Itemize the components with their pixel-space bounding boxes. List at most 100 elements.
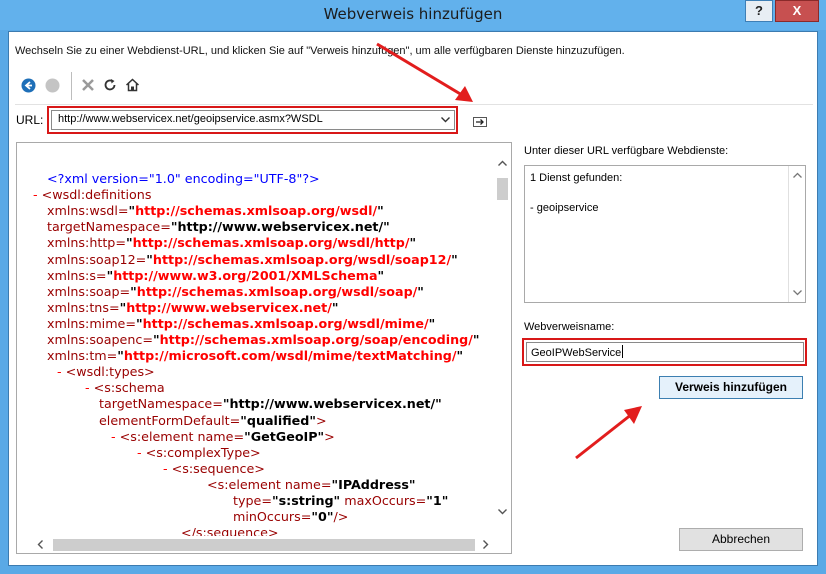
xml-token: "http://www.webservicex.net/"	[170, 219, 390, 235]
xml-line: xmlns:tns="http://www.webservicex.net/"	[47, 300, 339, 316]
service-item: - geoipservice	[530, 202, 599, 214]
xml-token: <s:element name=	[119, 428, 245, 444]
xml-token: -	[85, 380, 94, 396]
back-icon[interactable]	[19, 76, 37, 94]
reference-name-label: Webverweisname:	[524, 321, 615, 333]
xml-token: http://schemas.xmlsoap.org/wsdl/soap/	[136, 283, 418, 299]
xml-token: "qualified"	[240, 412, 316, 428]
xml-token: "	[428, 315, 436, 331]
reference-name-input[interactable]: GeoIPWebService	[526, 342, 804, 362]
xml-line: - <s:complexType>	[137, 445, 261, 461]
xml-token: -	[163, 460, 172, 476]
xml-token: -	[111, 428, 120, 444]
go-arrow-icon[interactable]	[473, 116, 487, 127]
xml-line: xmlns:tm="http://microsoft.com/wsdl/mime…	[47, 348, 463, 364]
xml-token: "	[117, 348, 124, 364]
annotation-arrow-url	[376, 42, 473, 102]
close-button[interactable]: X	[775, 0, 819, 22]
help-button[interactable]: ?	[745, 0, 773, 22]
xml-token: http://www.webservicex.net/	[126, 299, 332, 315]
xml-token: "0"	[311, 509, 334, 525]
xml-token: minOccurs=	[233, 509, 312, 525]
xml-token: "	[331, 299, 339, 315]
instruction-text: Wechseln Sie zu einer Webdienst-URL, und…	[15, 45, 625, 57]
xml-line: - <s:sequence>	[163, 461, 265, 477]
wsdl-document-view[interactable]: <?xml version="1.0" encoding="UTF-8"?> - …	[16, 142, 512, 554]
wsdl-document-text: <?xml version="1.0" encoding="UTF-8"?> - …	[17, 171, 497, 541]
xml-line: targetNamespace="http://www.webservicex.…	[47, 219, 390, 235]
url-combobox[interactable]: http://www.webservicex.net/geoipservice.…	[51, 110, 455, 130]
refresh-icon[interactable]	[101, 76, 119, 94]
dialog-window: Webverweis hinzufügen ? X Wechseln Sie z…	[0, 0, 826, 574]
scroll-up-icon[interactable]	[494, 154, 511, 171]
xml-token: xmlns:mime=	[47, 315, 136, 331]
xml-token: "	[130, 283, 137, 299]
xml-token: xmlns:soapenc=	[47, 332, 153, 347]
scroll-left-icon[interactable]	[31, 536, 48, 553]
dialog-client: Wechseln Sie zu einer Webdienst-URL, und…	[8, 31, 818, 566]
xml-token: -	[57, 364, 66, 380]
xml-token: xmlns:tm=	[47, 348, 118, 364]
xml-token: "	[417, 283, 424, 299]
stop-icon[interactable]	[79, 76, 97, 94]
xml-token: "	[409, 235, 417, 251]
xml-token: >	[324, 428, 335, 444]
xml-token: "http://www.webservicex.net/"	[222, 396, 442, 412]
horizontal-scroll-thumb[interactable]	[53, 539, 475, 551]
services-scroll-up-icon[interactable]	[789, 166, 806, 183]
xml-token: xmlns:soap=	[47, 283, 131, 299]
vertical-scroll-thumb[interactable]	[497, 178, 508, 200]
xml-token: type=	[233, 493, 272, 508]
url-label: URL:	[16, 113, 44, 127]
annotation-arrow-add	[575, 406, 642, 460]
forward-icon[interactable]	[43, 76, 61, 94]
xml-token: http://schemas.xmlsoap.org/wsdl/http/	[132, 235, 410, 251]
scroll-down-icon[interactable]	[494, 503, 511, 520]
window-title: Webverweis hinzufügen	[323, 5, 503, 23]
xml-line: <s:element name="IPAddress"	[207, 477, 416, 493]
home-icon[interactable]	[123, 76, 141, 94]
xml-line: xmlns:soapenc="http://schemas.xmlsoap.or…	[47, 332, 479, 348]
xml-token: -	[137, 444, 146, 460]
services-scrollbar[interactable]	[788, 166, 805, 302]
xml-token: maxOccurs=	[340, 493, 427, 508]
xml-token: elementFormDefault=	[99, 412, 241, 428]
toolbar-separator	[71, 72, 72, 100]
title-bar[interactable]: Webverweis hinzufügen ? X	[0, 0, 826, 30]
reference-name-value: GeoIPWebService	[531, 347, 622, 359]
services-found-text: 1 Dienst gefunden:	[530, 172, 623, 184]
xml-token: "GetGeoIP"	[244, 428, 325, 444]
xml-token: targetNamespace=	[47, 219, 171, 235]
services-list[interactable]: 1 Dienst gefunden: - geoipservice	[524, 165, 806, 303]
services-scroll-down-icon[interactable]	[789, 284, 806, 301]
xml-token: xmlns:soap12=	[47, 251, 147, 267]
vertical-scrollbar[interactable]	[494, 143, 511, 537]
xml-token: "	[152, 332, 160, 347]
xml-token: "	[126, 235, 133, 251]
xml-token: xmlns:tns=	[47, 299, 120, 315]
xml-line: - <wsdl:types>	[57, 364, 155, 380]
xml-token: <s:schema	[93, 380, 165, 396]
xml-token: -	[33, 187, 42, 203]
xml-line: xmlns:wsdl= "http://schemas.xmlsoap.org/w…	[47, 203, 384, 219]
xml-token: http://schemas.xmlsoap.org/wsdl/soap12/	[152, 251, 452, 267]
horizontal-scrollbar[interactable]	[17, 536, 511, 553]
xml-token: xmlns:s=	[47, 267, 107, 283]
cancel-button[interactable]: Abbrechen	[679, 528, 803, 551]
xml-token: "	[472, 332, 480, 347]
services-label: Unter dieser URL verfügbare Webdienste:	[524, 145, 729, 157]
xml-token: "	[136, 315, 143, 331]
xml-token: <s:sequence>	[171, 460, 265, 476]
add-reference-button[interactable]: Verweis hinzufügen	[659, 376, 803, 399]
xml-token: />	[333, 509, 349, 525]
scroll-right-icon[interactable]	[477, 536, 494, 553]
xml-token: "	[377, 203, 384, 219]
xml-token: >	[315, 412, 327, 428]
xml-line: xmlns:soap="http://schemas.xmlsoap.org/w…	[47, 284, 424, 300]
xml-token: "	[377, 267, 385, 283]
xml-token: "IPAddress"	[331, 476, 416, 492]
xml-line: xmlns:s= "http://www.w3.org/2001/XMLSchem…	[47, 268, 384, 284]
chevron-down-icon[interactable]	[438, 111, 452, 129]
xml-line: - <wsdl:definitions	[33, 187, 151, 203]
xml-token: "s:string"	[271, 493, 341, 508]
